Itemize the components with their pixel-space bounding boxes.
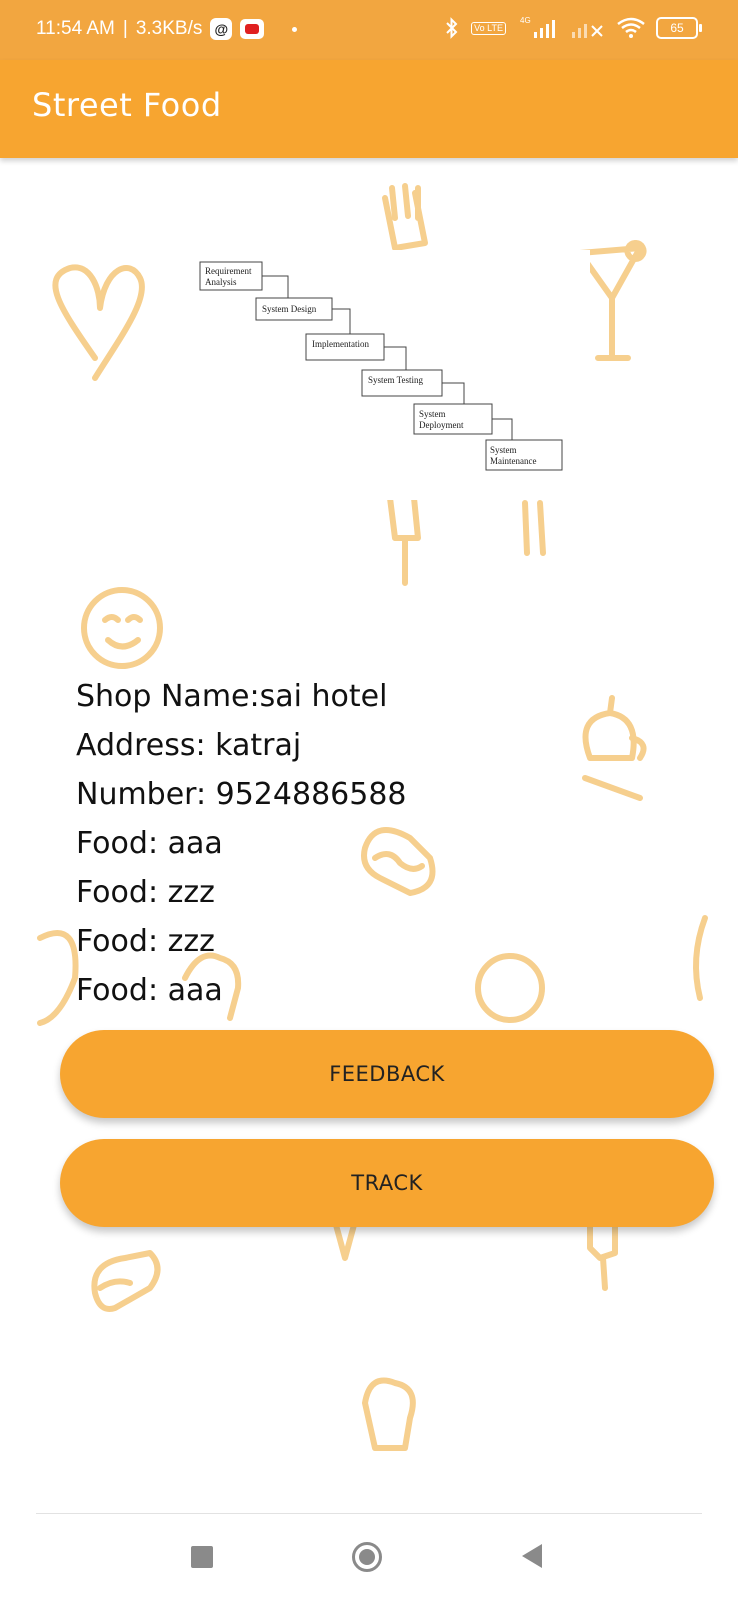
plate-icon	[475, 953, 545, 1023]
svg-text:Deployment: Deployment	[419, 420, 464, 430]
diagram-step-3: Implementation	[312, 339, 369, 349]
status-time: 11:54 AM	[36, 18, 115, 39]
fork-icon	[522, 500, 546, 556]
volte-icon: Vo LTE	[471, 21, 506, 35]
back-icon[interactable]	[522, 1544, 542, 1568]
popsicle-icon	[387, 495, 421, 586]
feedback-button[interactable]: FEEDBACK	[60, 1030, 714, 1118]
signal-2-icon	[572, 24, 603, 38]
shop-number: Number: 9524886588	[76, 777, 407, 812]
recent-apps-icon[interactable]	[191, 1546, 213, 1568]
home-icon[interactable]	[352, 1542, 382, 1572]
food-item: Food: zzz	[76, 875, 215, 910]
youtube-icon	[240, 19, 265, 39]
heart-icon	[52, 264, 145, 381]
wifi-icon	[617, 17, 645, 38]
diagram-step-2: System Design	[262, 304, 317, 314]
diagram-step-5: System	[419, 409, 446, 419]
threads-icon: @	[210, 18, 233, 40]
food-item: Food: aaa	[76, 973, 223, 1008]
battery-icon: 65	[656, 17, 702, 39]
food-item: Food: aaa	[76, 826, 223, 861]
app-title: Street Food	[32, 86, 222, 124]
notification-dot-icon	[292, 26, 298, 32]
status-right: Vo LTE 4G 65	[443, 16, 702, 40]
shop-info: Shop Name:sai hotel Address: katraj Numb…	[76, 672, 407, 1015]
diagram-step-6: System	[490, 445, 517, 455]
track-button[interactable]: TRACK	[60, 1139, 714, 1227]
diagram-step-4: System Testing	[368, 375, 423, 385]
shop-address: Address: katraj	[76, 728, 302, 763]
cup-icon	[37, 930, 79, 1026]
status-speed: 3.3KB/s	[135, 18, 203, 39]
food-item: Food: zzz	[76, 924, 215, 959]
navigation-bar	[0, 1514, 738, 1600]
signal-icon: 4G	[520, 16, 555, 38]
svg-text:4G: 4G	[520, 16, 531, 25]
diagram-step-1: Requirement	[205, 266, 252, 276]
bluetooth-icon	[446, 17, 458, 39]
waterfall-diagram-image: Requirement Analysis System Design Imple…	[190, 250, 590, 500]
smiley-icon	[81, 587, 163, 669]
app-bar: Street Food	[0, 60, 738, 158]
teapot-icon	[582, 695, 647, 801]
muffin-icon	[362, 1377, 416, 1451]
svg-text:Maintenance: Maintenance	[490, 456, 536, 466]
fries-icon	[382, 183, 428, 251]
status-bar: 11:54 AM | 3.3KB/s @ Vo LTE 4G 65	[0, 0, 738, 60]
shop-name: Shop Name:sai hotel	[76, 679, 388, 714]
svg-text:Analysis: Analysis	[205, 277, 237, 287]
status-left: 11:54 AM | 3.3KB/s @	[36, 18, 298, 40]
hotdog-2-icon	[91, 1250, 161, 1312]
